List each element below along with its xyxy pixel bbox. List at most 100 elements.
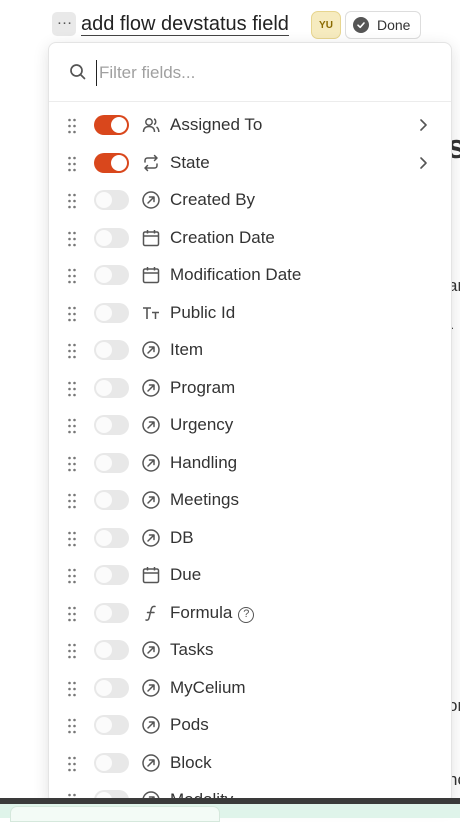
drag-handle-icon[interactable] <box>67 568 77 584</box>
drag-handle-icon[interactable] <box>67 343 77 359</box>
fields-panel: Assigned To State Created By Creation Date M… <box>48 42 452 804</box>
visibility-toggle[interactable] <box>94 265 129 285</box>
field-label: Due <box>170 565 201 585</box>
field-row[interactable]: Created By <box>49 182 451 219</box>
field-label-text: Assigned To <box>170 115 263 134</box>
drag-handle-icon[interactable] <box>67 681 77 697</box>
drag-handle-icon[interactable] <box>67 156 77 172</box>
relation-arrow-icon <box>142 453 160 472</box>
field-row[interactable]: MyCelium <box>49 670 451 707</box>
visibility-toggle[interactable] <box>94 227 129 248</box>
drag-handle-icon[interactable] <box>67 231 77 247</box>
search-icon <box>70 64 86 80</box>
relation-arrow-icon <box>142 528 160 547</box>
visibility-toggle[interactable] <box>94 115 129 135</box>
drag-handle-icon[interactable] <box>67 268 77 284</box>
field-label: MyCelium <box>170 678 246 698</box>
calendar-icon <box>142 267 160 284</box>
toggle-knob <box>96 454 112 471</box>
field-row[interactable]: Public Id <box>49 295 451 332</box>
done-button[interactable]: Done <box>345 11 421 39</box>
field-row[interactable]: Urgency <box>49 407 451 444</box>
visibility-toggle[interactable] <box>94 152 129 173</box>
drag-handle-icon[interactable] <box>67 531 77 547</box>
drag-handle-icon[interactable] <box>67 418 77 434</box>
visibility-toggle[interactable] <box>94 752 129 773</box>
visibility-toggle[interactable] <box>94 415 129 435</box>
field-label-text: Formula <box>170 602 233 622</box>
visibility-toggle[interactable] <box>94 340 129 360</box>
field-row[interactable]: Modification Date <box>49 257 451 294</box>
help-circle-icon[interactable]: ? <box>238 606 255 623</box>
avatar[interactable]: YU <box>311 11 341 39</box>
drag-handle-icon[interactable] <box>67 606 77 622</box>
visibility-toggle[interactable] <box>94 565 129 585</box>
visibility-toggle[interactable] <box>94 377 129 398</box>
toggle-knob <box>96 267 112 283</box>
field-label: DB <box>170 528 194 548</box>
drag-handle-icon[interactable] <box>67 718 77 734</box>
done-button-label: Done <box>377 17 411 33</box>
drag-handle-icon[interactable] <box>67 381 77 397</box>
drag-handle-icon[interactable] <box>67 118 77 134</box>
field-label: Creation Date <box>170 228 275 248</box>
drag-handle-icon[interactable] <box>67 493 77 509</box>
view-title[interactable]: add flow devstatus field <box>81 13 289 36</box>
toggle-knob <box>96 604 112 621</box>
visibility-toggle[interactable] <box>94 490 129 510</box>
calendar-icon <box>142 567 160 584</box>
field-row[interactable]: Creation Date <box>49 220 451 257</box>
field-row[interactable]: Due <box>49 557 451 594</box>
relation-arrow-icon <box>142 191 160 209</box>
field-row[interactable]: Program <box>49 370 451 407</box>
field-row[interactable]: Handling <box>49 445 451 482</box>
field-label: Program <box>170 378 235 398</box>
field-label-text: Meetings <box>170 490 239 509</box>
field-row[interactable]: Item <box>49 332 451 369</box>
toggle-knob <box>96 567 112 583</box>
filter-bar <box>49 43 451 102</box>
field-label: Meetings <box>170 490 239 510</box>
field-row[interactable]: State <box>49 145 451 182</box>
toggle-knob <box>111 154 127 171</box>
field-label-text: Block <box>170 752 212 772</box>
drag-handle-icon[interactable] <box>67 456 77 472</box>
drag-handle-icon[interactable] <box>67 756 77 772</box>
toggle-knob <box>96 417 112 433</box>
visibility-toggle[interactable] <box>94 602 129 623</box>
more-options-button[interactable]: … <box>52 12 76 36</box>
visibility-toggle[interactable] <box>94 452 129 473</box>
chevron-right-icon[interactable] <box>417 117 429 133</box>
field-row[interactable]: Formula? <box>49 595 451 632</box>
field-row[interactable]: Pods <box>49 707 451 744</box>
field-row[interactable]: Meetings <box>49 482 451 519</box>
field-row[interactable]: Tasks <box>49 632 451 669</box>
field-row[interactable]: Assigned To <box>49 107 451 144</box>
chevron-right-icon[interactable] <box>417 155 429 171</box>
field-row[interactable]: DB <box>49 520 451 557</box>
visibility-toggle[interactable] <box>94 302 129 323</box>
visibility-toggle[interactable] <box>94 190 129 210</box>
bottom-tab[interactable] <box>10 806 220 822</box>
check-circle-icon <box>353 17 369 33</box>
toggle-knob <box>96 304 112 321</box>
users-icon <box>142 118 160 133</box>
filter-fields-input[interactable] <box>96 60 421 86</box>
visibility-toggle[interactable] <box>94 677 129 698</box>
visibility-toggle[interactable] <box>94 715 129 735</box>
field-label: Block <box>170 753 212 773</box>
drag-handle-icon[interactable] <box>67 643 77 659</box>
drag-handle-icon[interactable] <box>67 193 77 209</box>
field-label-text: Creation Date <box>170 227 275 247</box>
relation-arrow-icon <box>142 416 160 434</box>
field-label: Assigned To <box>170 115 262 135</box>
field-label-text: State <box>170 152 210 172</box>
toggle-knob <box>96 679 112 696</box>
drag-handle-icon[interactable] <box>67 306 77 322</box>
visibility-toggle[interactable] <box>94 527 129 548</box>
visibility-toggle[interactable] <box>94 640 129 660</box>
field-row[interactable]: Block <box>49 745 451 782</box>
calendar-icon <box>142 229 160 246</box>
relation-arrow-icon <box>142 753 160 772</box>
toggle-knob <box>111 117 127 133</box>
